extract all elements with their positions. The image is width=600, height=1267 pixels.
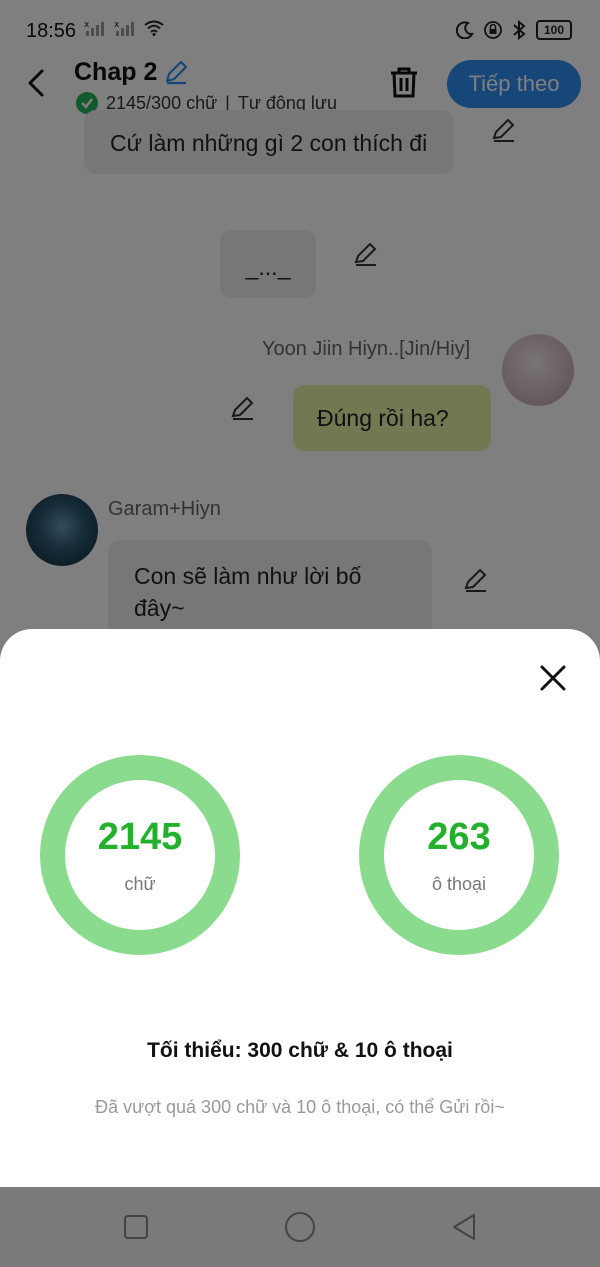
dialog-count-unit: ô thoại <box>431 874 487 894</box>
word-count-sheet: 2145 chữ 263 ô thoại Tối thiểu: 300 chữ … <box>0 629 600 1187</box>
system-nav-bar <box>0 1187 600 1267</box>
minimum-requirement: Tối thiểu: 300 chữ & 10 ô thoại <box>147 1039 453 1062</box>
home-icon[interactable] <box>284 1211 316 1243</box>
word-count-ring: 2145 chữ <box>40 755 240 955</box>
recent-apps-icon[interactable] <box>120 1211 152 1243</box>
requirement-status: Đã vượt quá 300 chữ và 10 ô thoại, có th… <box>95 1097 505 1117</box>
word-count-unit: chữ <box>124 874 156 894</box>
back-nav-icon[interactable] <box>448 1211 480 1243</box>
word-count-value: 2145 <box>97 816 183 858</box>
close-icon[interactable] <box>534 659 572 697</box>
dialog-count-ring: 263 ô thoại <box>359 755 559 955</box>
dialog-count-value: 263 <box>427 816 491 858</box>
